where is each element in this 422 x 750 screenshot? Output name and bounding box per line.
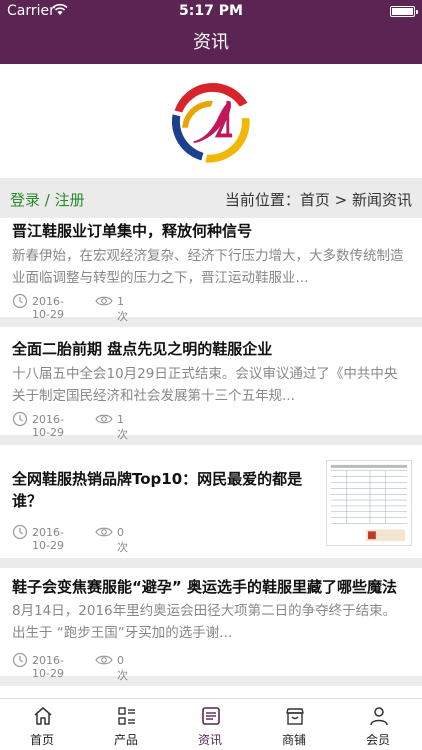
news-icon: [202, 707, 220, 725]
news-title[interactable]: 全面二胎前期 盘点先见之明的鞋服企业: [12, 338, 272, 360]
eye-icon: [95, 527, 113, 537]
register-link[interactable]: 注册: [55, 191, 85, 209]
clock-icon: [12, 411, 28, 427]
news-date: 2016-10-29: [32, 413, 64, 439]
login-link[interactable]: 登录: [10, 191, 40, 209]
eye-icon: [95, 655, 113, 665]
eye-icon: [95, 296, 113, 306]
tab-bar: 首页 产品 资讯 商铺 会员: [0, 698, 422, 750]
clock-icon: [12, 652, 28, 668]
news-title[interactable]: 鞋子会变焦赛服能“避孕” 奥运选手的鞋服里藏了哪些魔法: [12, 576, 397, 598]
news-item[interactable]: 全网鞋服热销品牌Top10：网民最爱的都是谁？ 2016-10-29 0次: [0, 454, 422, 568]
news-item[interactable]: 晋江鞋服业订单集中，释放何种信号 新春伊始，在宏观经济复杂、经济下行压力增大，大…: [0, 218, 422, 327]
news-title[interactable]: 全网鞋服热销品牌Top10：网民最爱的都是谁？: [12, 468, 312, 512]
news-title[interactable]: 晋江鞋服业订单集中，释放何种信号: [12, 220, 252, 242]
tab-products[interactable]: 产品: [84, 699, 168, 750]
tab-home[interactable]: 首页: [0, 699, 84, 750]
nav-bar: 资讯: [0, 22, 422, 64]
news-views: 0次: [117, 526, 128, 554]
news-views: 0次: [117, 654, 128, 682]
news-date: 2016-10-29: [32, 295, 64, 321]
news-views: 1次: [117, 413, 128, 441]
news-summary: 8月14日，2016年里约奥运会田径大项第二日的争夺终于结束。 出生于 “跑步王…: [12, 603, 397, 641]
tab-label: 资讯: [197, 733, 222, 747]
breadcrumb: 当前位置：首页 > 新闻资讯: [224, 191, 412, 209]
news-item[interactable]: 鞋子会变焦赛服能“避孕” 奥运选手的鞋服里藏了哪些魔法 8月14日，2016年里…: [0, 576, 422, 686]
tab-label: 会员: [365, 733, 390, 747]
auth-links: 登录 / 注册: [10, 189, 85, 210]
tab-shop[interactable]: 商铺: [252, 699, 336, 750]
status-bar: Carrier 5:17 PM: [0, 0, 422, 22]
home-icon: [34, 707, 52, 725]
tab-label: 产品: [113, 733, 138, 747]
list-icon: [118, 707, 135, 725]
tab-label: 首页: [29, 733, 54, 747]
eye-icon: [95, 414, 113, 424]
clock-icon: [12, 524, 28, 540]
brand-logo-icon: [171, 82, 250, 163]
location-bar: 登录 / 注册 当前位置：首页 > 新闻资讯: [0, 178, 422, 218]
page-title: 资讯: [193, 32, 229, 53]
news-summary: 十八届五中全会10月29日正式结束。会议审议通过了《中共中央关于制定国民经济和社…: [12, 366, 398, 404]
logo-banner: [0, 64, 422, 178]
news-date: 2016-10-29: [32, 654, 64, 680]
news-item[interactable]: 全面二胎前期 盘点先见之明的鞋服企业 十八届五中全会10月29日正式结束。会议审…: [0, 336, 422, 445]
tab-member[interactable]: 会员: [336, 699, 420, 750]
status-time: 5:17 PM: [179, 3, 243, 19]
news-summary: 新春伊始，在宏观经济复杂、经济下行压力增大，大多数传统制造业面临调整与转型的压力…: [12, 248, 404, 286]
news-thumbnail-image: [326, 460, 412, 546]
shop-icon: [286, 708, 304, 725]
clock-icon: [12, 293, 28, 309]
tab-news[interactable]: 资讯: [168, 699, 252, 750]
user-icon: [370, 707, 388, 726]
news-views: 1次: [117, 295, 128, 323]
news-date: 2016-10-29: [32, 526, 64, 552]
tab-label: 商铺: [281, 733, 306, 747]
auth-separator: /: [44, 191, 50, 209]
battery-icon: [390, 6, 418, 17]
